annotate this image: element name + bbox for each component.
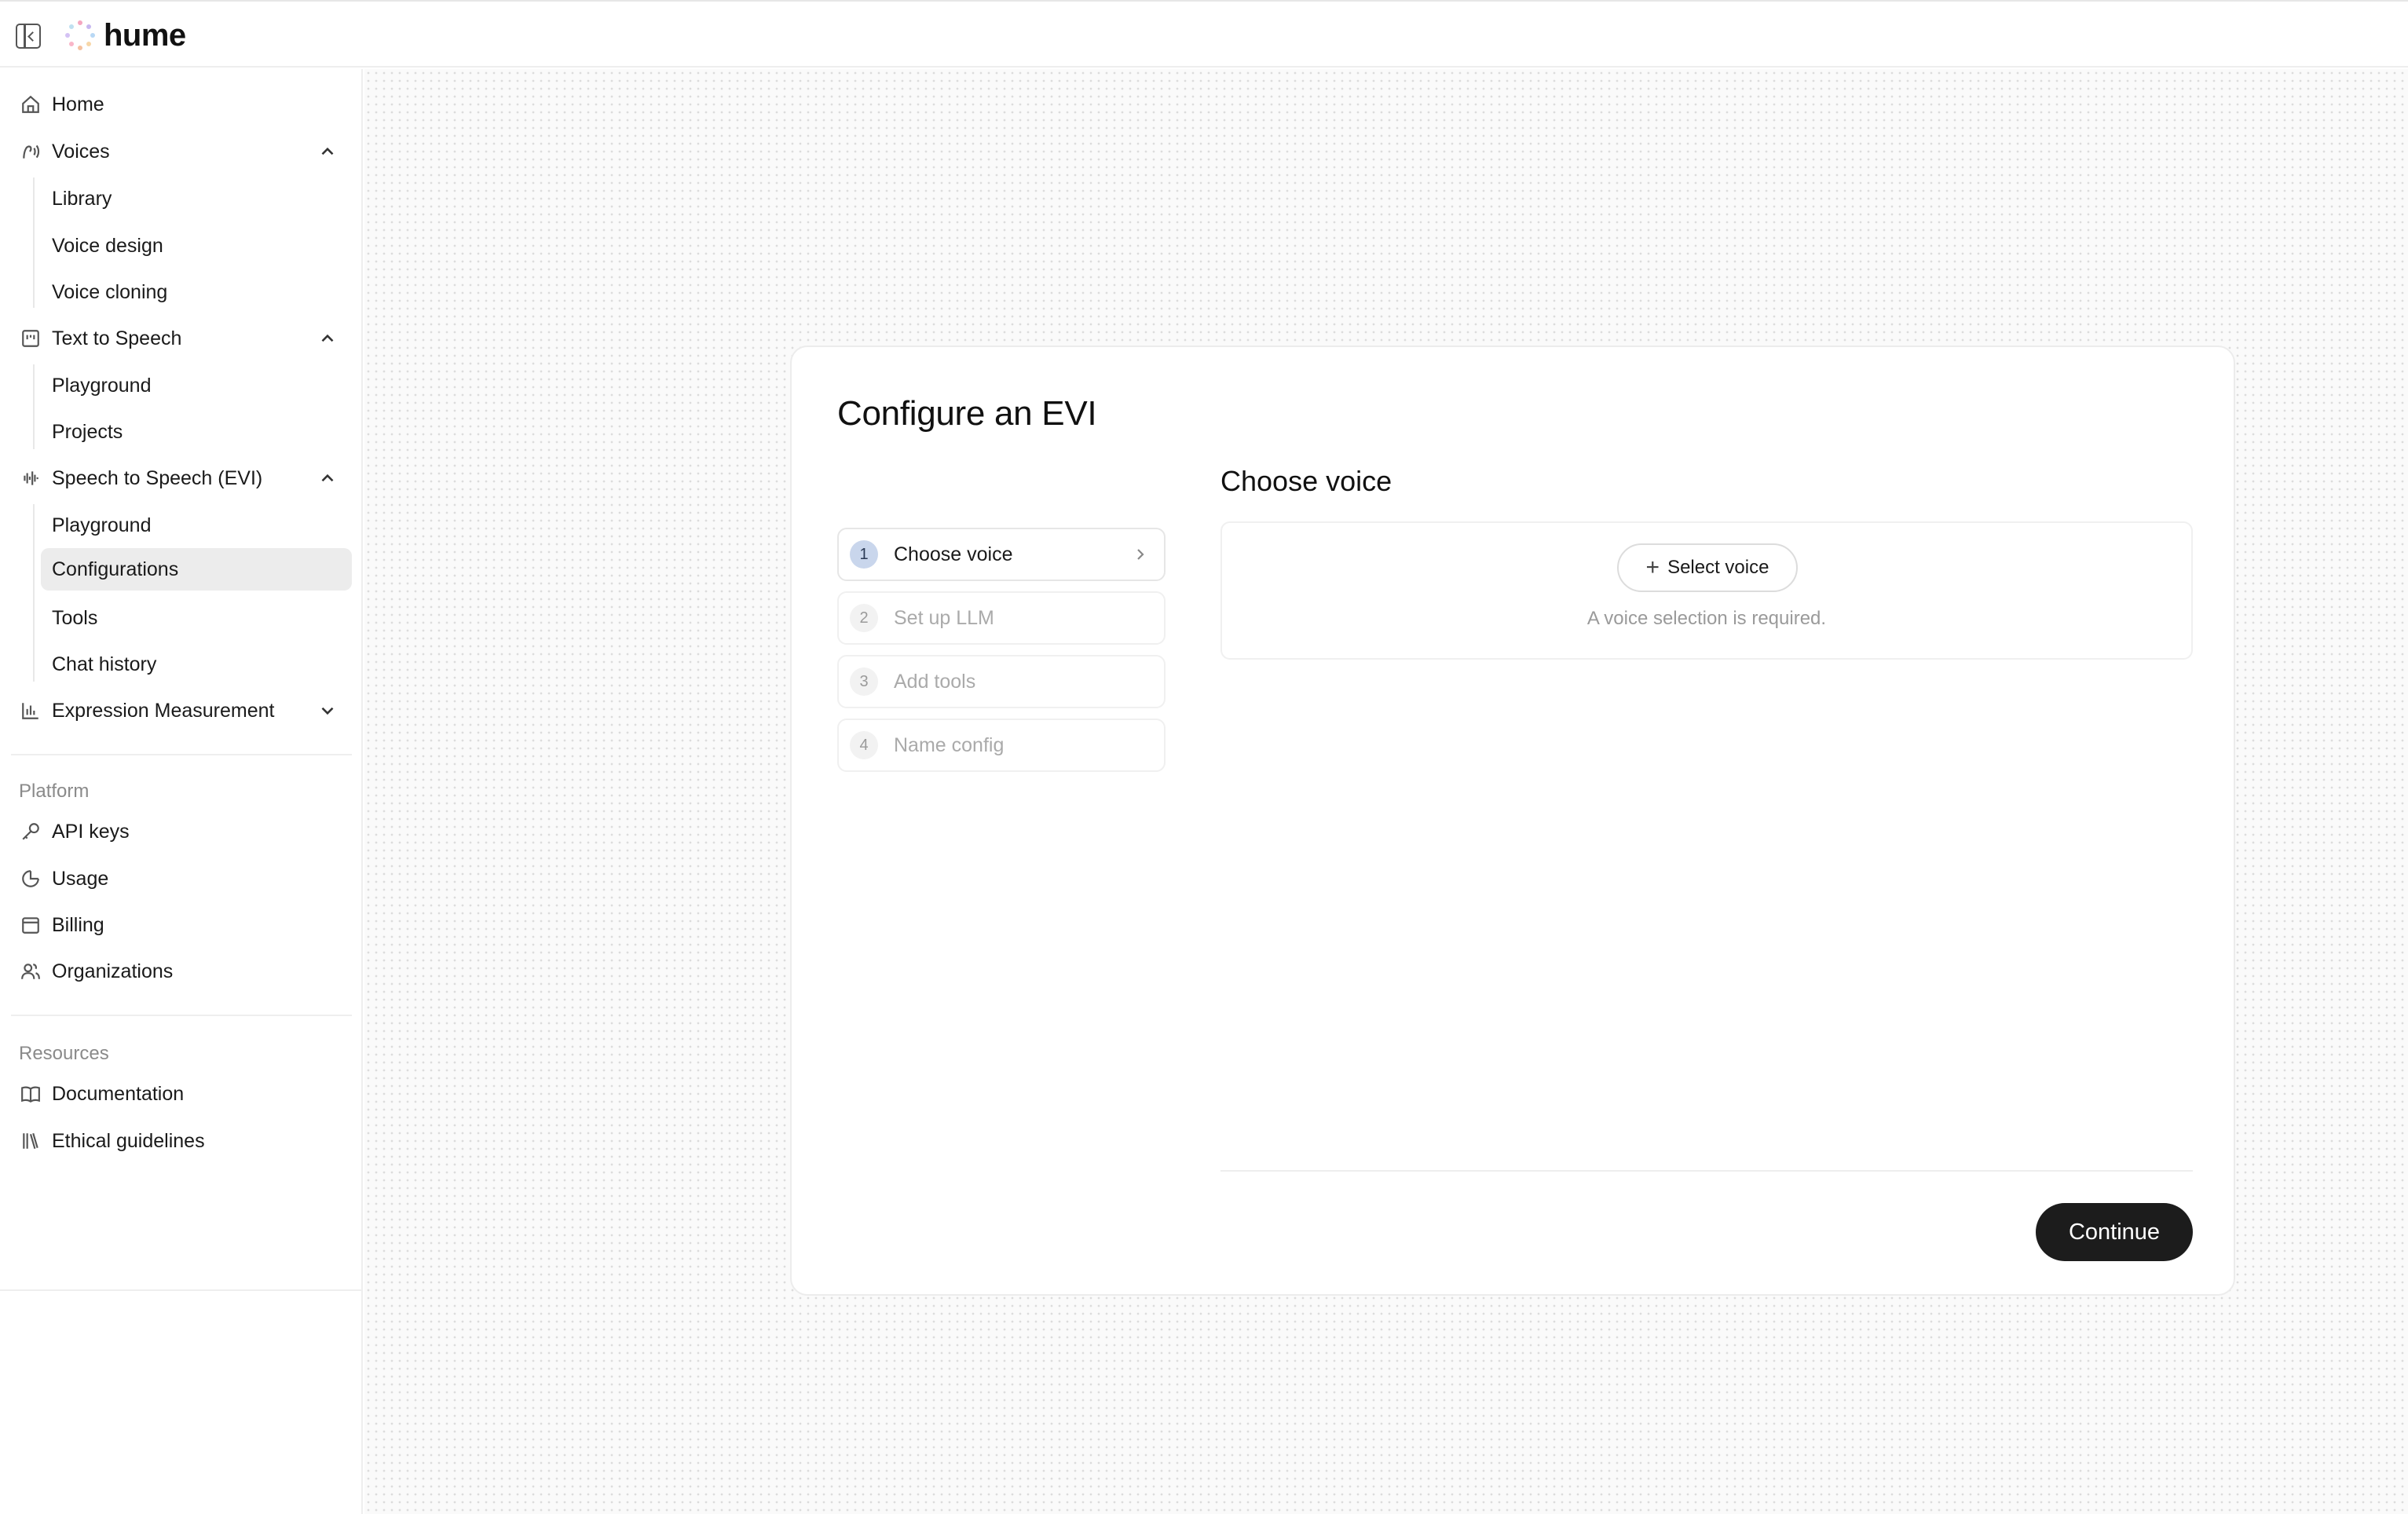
sidebar-item-label: Speech to Speech (EVI) (52, 466, 263, 489)
sidebar-item-label: Billing (52, 913, 104, 936)
chevron-up-icon[interactable] (317, 141, 338, 162)
voice-icon (19, 140, 42, 163)
step-add-tools[interactable]: 3 Add tools (837, 655, 1166, 708)
section-label-resources: Resources (19, 1043, 109, 1064)
sidebar-item-label: Organizations (52, 960, 174, 982)
sidebar-item-label: API keys (52, 820, 130, 843)
step-name-config[interactable]: 4 Name config (837, 719, 1166, 772)
submenu-line (33, 364, 35, 449)
sidebar-item-configurations[interactable]: Configurations (41, 548, 352, 591)
sidebar-item-voice-design[interactable]: Voice design (41, 225, 352, 267)
select-voice-label: Select voice (1667, 557, 1769, 578)
billing-icon (19, 913, 42, 937)
hume-logo-icon (65, 20, 95, 50)
book-icon (19, 1082, 42, 1106)
step-label: Set up LLM (894, 606, 994, 629)
page-title: Configure an EVI (837, 394, 1097, 433)
voice-selection-panel: + Select voice A voice selection is requ… (1220, 521, 2193, 660)
sidebar-item-library[interactable]: Library (41, 177, 352, 220)
divider (0, 1289, 363, 1291)
waveform-icon (19, 466, 42, 490)
pie-chart-icon (19, 867, 42, 890)
step-number: 4 (850, 731, 878, 759)
step-number: 1 (850, 540, 878, 569)
plus-icon: + (1645, 554, 1660, 580)
sidebar-item-home[interactable]: Home (19, 83, 352, 126)
chevron-right-icon (1131, 545, 1150, 564)
select-voice-button[interactable]: + Select voice (1617, 543, 1798, 592)
sidebar-item-usage[interactable]: Usage (19, 858, 352, 900)
brand-name: hume (104, 17, 186, 53)
sidebar-item-voices[interactable]: Voices (19, 130, 352, 173)
sidebar-item-label: Expression Measurement (52, 699, 275, 722)
step-label: Name config (894, 733, 1005, 756)
step-label: Add tools (894, 670, 976, 693)
sidebar-item-organizations[interactable]: Organizations (19, 950, 352, 993)
sidebar-item-documentation[interactable]: Documentation (19, 1073, 352, 1115)
divider (11, 754, 352, 755)
logo[interactable]: hume (63, 17, 186, 53)
configure-evi-card: Configure an EVI 1 Choose voice 2 Set up… (790, 346, 2235, 1296)
voice-required-hint: A voice selection is required. (1586, 608, 1827, 629)
chevron-down-icon[interactable] (317, 700, 338, 721)
submenu-line (33, 504, 35, 682)
sidebar-item-billing[interactable]: Billing (19, 904, 352, 946)
submenu-line (33, 177, 35, 308)
step-label: Choose voice (894, 543, 1013, 565)
step-set-up-llm[interactable]: 2 Set up LLM (837, 591, 1166, 645)
sidebar-item-api-keys[interactable]: API keys (19, 810, 352, 853)
bar-chart-icon (19, 699, 42, 722)
divider (1220, 1170, 2193, 1172)
sidebar-item-label: Documentation (52, 1082, 185, 1105)
sidebar-item-chat-history[interactable]: Chat history (41, 643, 352, 686)
section-title: Choose voice (1220, 465, 1392, 497)
step-choose-voice[interactable]: 1 Choose voice (837, 528, 1166, 581)
section-label-platform: Platform (19, 781, 90, 802)
sidebar-item-voice-cloning[interactable]: Voice cloning (41, 271, 352, 313)
sidebar-item-label: Ethical guidelines (52, 1129, 205, 1152)
top-bar: hume (0, 0, 2408, 68)
sidebar-item-speech-to-speech[interactable]: Speech to Speech (EVI) (19, 457, 352, 499)
key-icon (19, 820, 42, 843)
home-icon (19, 93, 42, 116)
sidebar-item-expression-measurement[interactable]: Expression Measurement (19, 689, 352, 732)
divider (11, 1015, 352, 1016)
sidebar-item-tools[interactable]: Tools (41, 597, 352, 639)
sidebar-item-tts-playground[interactable]: Playground (41, 364, 352, 407)
chevron-up-icon[interactable] (317, 328, 338, 349)
sidebar-item-evi-playground[interactable]: Playground (41, 504, 352, 547)
sidebar-item-label: Usage (52, 867, 109, 890)
step-number: 2 (850, 604, 878, 632)
continue-button[interactable]: Continue (2036, 1203, 2193, 1261)
sidebar-item-label: Voices (52, 140, 110, 163)
sidebar-item-label: Home (52, 93, 104, 115)
sidebar-item-projects[interactable]: Projects (41, 411, 352, 453)
sidebar-item-label: Text to Speech (52, 327, 182, 349)
step-number: 3 (850, 667, 878, 696)
main-content: Configure an EVI 1 Choose voice 2 Set up… (364, 69, 2408, 1514)
library-icon (19, 1129, 42, 1153)
sidebar-item-text-to-speech[interactable]: Text to Speech (19, 317, 352, 360)
tts-icon (19, 327, 42, 350)
sidebar-item-ethical-guidelines[interactable]: Ethical guidelines (19, 1120, 352, 1162)
users-icon (19, 960, 42, 983)
sidebar: Home Voices Library Voice design Voice c… (0, 69, 363, 1514)
sidebar-toggle-icon[interactable] (16, 24, 41, 49)
chevron-up-icon[interactable] (317, 468, 338, 488)
